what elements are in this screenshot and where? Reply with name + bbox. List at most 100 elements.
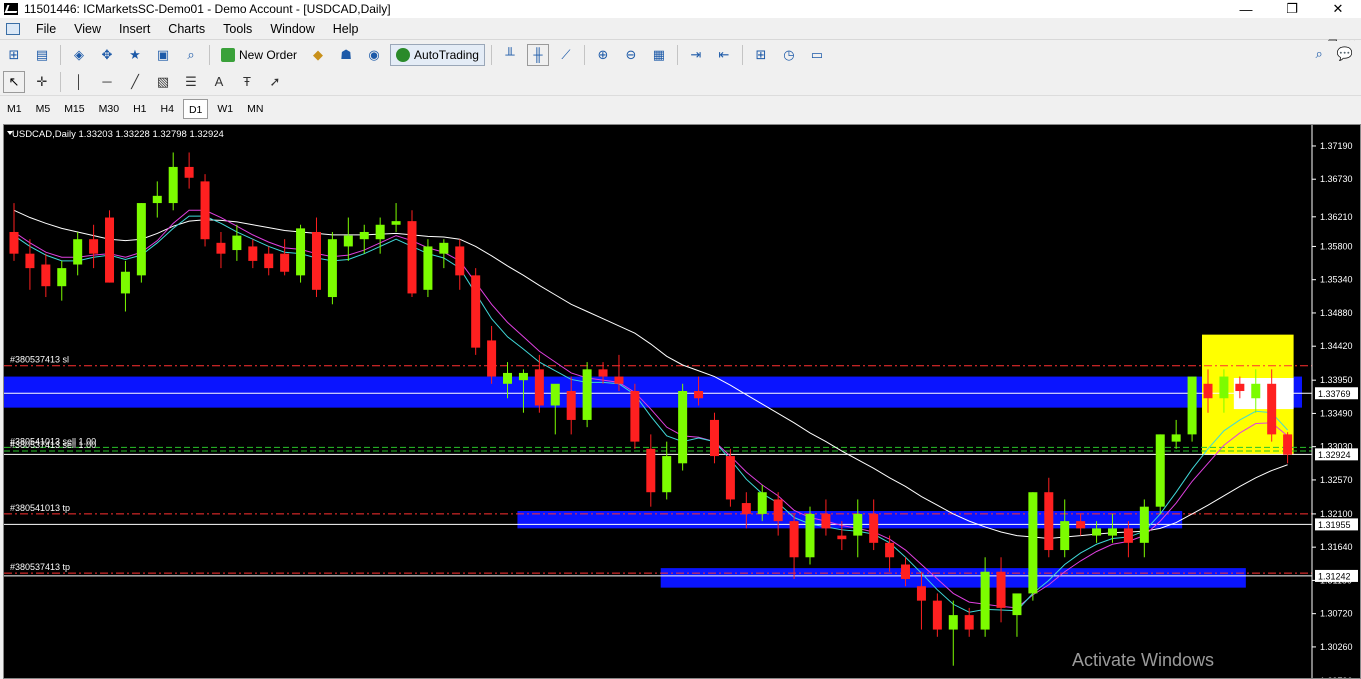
y-tick-label: 1.30720	[1320, 609, 1353, 619]
candle-body	[503, 372, 513, 384]
chart-window[interactable]: #380537413 sl #380541013 sell 1.00 #380537…	[3, 124, 1361, 679]
candlestick-icon[interactable]: ╫	[526, 43, 549, 66]
candle-body	[980, 571, 990, 630]
y-tick-label: 1.34420	[1320, 341, 1353, 351]
new-chart-icon[interactable]: ⊞	[3, 44, 25, 66]
terminal-icon[interactable]: ▣	[152, 44, 174, 66]
candle-body	[296, 228, 306, 276]
candle-body	[805, 513, 815, 558]
chart-shift-icon[interactable]: ⇤	[713, 44, 735, 66]
zoom-in-icon[interactable]: ⊕	[592, 44, 614, 66]
trendline-icon[interactable]: ╱	[124, 71, 146, 93]
text-icon[interactable]: A	[208, 71, 230, 93]
candle-body	[248, 246, 258, 261]
menu-tools[interactable]: Tools	[214, 18, 261, 40]
menu-charts[interactable]: Charts	[159, 18, 214, 40]
y-tick-label: 1.36730	[1320, 174, 1353, 184]
market-watch-icon[interactable]: ◈	[68, 44, 90, 66]
timeframes-toolbar: M1 M5 M15 M30 H1 H4 D1 W1 MN	[0, 96, 1361, 122]
vertical-line-icon[interactable]: │	[68, 71, 90, 93]
y-tick-label: 1.32100	[1320, 509, 1353, 519]
candle-body	[821, 513, 831, 529]
restore-button[interactable]: ❐	[1269, 0, 1315, 18]
candle-body	[120, 271, 130, 294]
candle-body	[1012, 593, 1022, 616]
candle-body	[407, 221, 417, 294]
chat-icon[interactable]: 💬	[1337, 46, 1353, 62]
window-title: 11501446: ICMarketsSC-Demo01 - Demo Acco…	[24, 2, 391, 16]
profiles-icon[interactable]: ▤	[31, 44, 53, 66]
window-titlebar: 11501446: ICMarketsSC-Demo01 - Demo Acco…	[0, 0, 1361, 18]
standard-toolbar: ⊞ ▤ ◈ ✥ ★ ▣ ⌕ New Order ◆ ☗ ◉ AutoTradin…	[0, 41, 1361, 69]
close-button[interactable]: ✕	[1315, 0, 1361, 18]
timeframe-m15[interactable]: M15	[59, 99, 89, 119]
tester-icon[interactable]: ⌕	[180, 44, 202, 66]
document-icon[interactable]	[6, 22, 20, 35]
candle-body	[1219, 376, 1229, 399]
bar-chart-icon[interactable]: ╨	[499, 44, 521, 66]
candle-body	[789, 521, 799, 558]
data-window-icon[interactable]: ✥	[96, 44, 118, 66]
price-tag-label: 1.31955	[1318, 520, 1351, 530]
menu-insert[interactable]: Insert	[110, 18, 159, 40]
horizontal-line-icon[interactable]: ─	[96, 71, 118, 93]
timeframe-w1[interactable]: W1	[212, 99, 238, 119]
metaeditor-icon[interactable]: ◆	[307, 44, 329, 66]
y-tick-label: 1.35340	[1320, 275, 1353, 285]
timeframe-d1[interactable]: D1	[182, 99, 209, 119]
new-order-button[interactable]: New Order	[216, 44, 302, 66]
candle-body	[25, 253, 35, 269]
tile-windows-icon[interactable]: ▦	[648, 44, 670, 66]
line-chart-icon[interactable]: ⟋	[555, 44, 577, 66]
signals-icon[interactable]: ◉	[363, 44, 385, 66]
candle-body	[105, 217, 115, 283]
candle-body	[57, 268, 67, 287]
fibonacci-icon[interactable]: ☰	[180, 71, 202, 93]
candle-body	[901, 564, 911, 579]
candle-body	[630, 391, 640, 442]
candle-body	[614, 376, 624, 384]
y-tick-label: 1.31640	[1320, 542, 1353, 552]
candle-body	[837, 535, 847, 540]
text-label-icon[interactable]: Ŧ	[236, 71, 258, 93]
equidistant-channel-icon[interactable]: ▧	[152, 71, 174, 93]
candle-body	[916, 586, 926, 601]
candle-body	[646, 448, 656, 493]
menu-view[interactable]: View	[65, 18, 110, 40]
cursor-icon[interactable]: ↖	[3, 70, 25, 93]
minimize-button[interactable]: —	[1223, 0, 1269, 18]
candle-body	[89, 239, 99, 254]
candle-body	[375, 224, 385, 240]
templates-icon[interactable]: ▭	[806, 44, 828, 66]
menu-help[interactable]: Help	[324, 18, 368, 40]
candle-body	[423, 246, 433, 290]
navigator-icon[interactable]: ★	[124, 44, 146, 66]
community-icon[interactable]: ☗	[335, 44, 357, 66]
arrows-icon[interactable]: ➚	[264, 71, 286, 93]
candle-body	[964, 615, 974, 630]
crosshair-icon[interactable]: ✛	[31, 71, 53, 93]
zoom-out-icon[interactable]: ⊖	[620, 44, 642, 66]
drawing-toolbar: ↖ ✛ │ ─ ╱ ▧ ☰ A Ŧ ➚	[0, 68, 1361, 96]
indicators-icon[interactable]: ⊞	[750, 44, 772, 66]
menu-window[interactable]: Window	[261, 18, 323, 40]
candle-body	[1283, 434, 1293, 455]
menu-file[interactable]: File	[27, 18, 65, 40]
price-axis-background	[1312, 125, 1360, 678]
candle-body	[534, 369, 544, 406]
candle-body	[773, 499, 783, 522]
timeframe-m1[interactable]: M1	[2, 99, 27, 119]
timeframe-h4[interactable]: H4	[156, 99, 179, 119]
timeframe-mn[interactable]: MN	[242, 99, 268, 119]
timeframe-m5[interactable]: M5	[31, 99, 56, 119]
autoscroll-icon[interactable]: ⇥	[685, 44, 707, 66]
price-chart[interactable]: #380537413 sl#380541013 sell 1.00#380537…	[4, 125, 1360, 678]
autotrading-button[interactable]: AutoTrading	[390, 43, 485, 66]
candle-body	[1028, 492, 1038, 594]
periods-icon[interactable]: ◷	[778, 44, 800, 66]
timeframe-m30[interactable]: M30	[94, 99, 124, 119]
y-tick-label: 1.29790	[1320, 676, 1353, 678]
search-icon[interactable]: ⌕	[1316, 46, 1323, 62]
timeframe-h1[interactable]: H1	[128, 99, 151, 119]
candle-body	[996, 571, 1006, 608]
